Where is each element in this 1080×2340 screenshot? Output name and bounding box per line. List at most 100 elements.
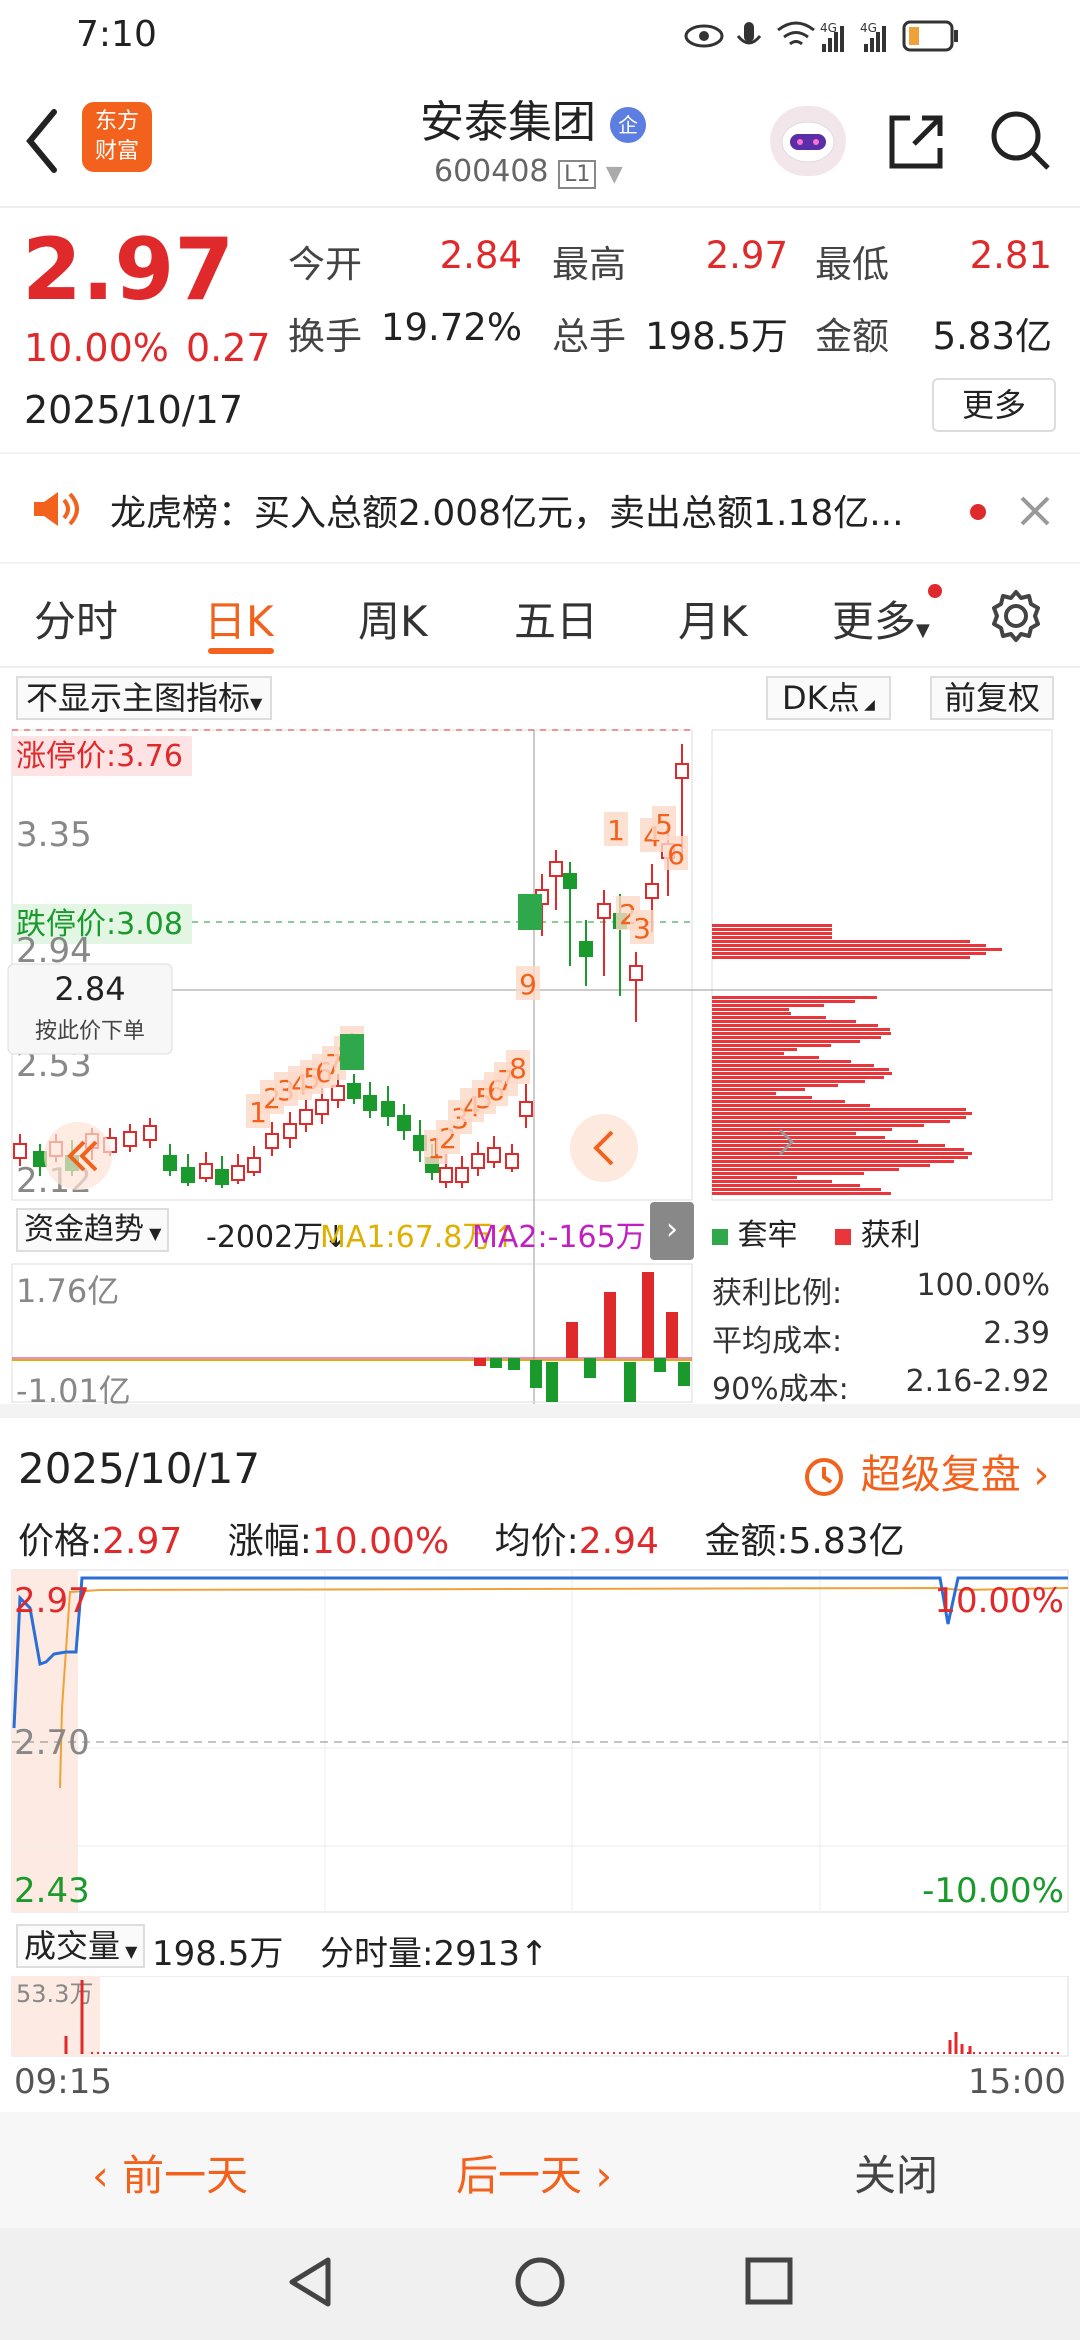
legend-trap: 套牢: [737, 1218, 798, 1253]
candle: [299, 1109, 313, 1125]
prev-day-button[interactable]: ‹ 前一天: [92, 2142, 248, 2203]
chip-bar: [712, 1096, 812, 1099]
gear-icon[interactable]: [988, 588, 1044, 644]
candle: [505, 1153, 519, 1169]
fund-ma2: MA2:-165万↓: [472, 1220, 671, 1255]
quote-value: 5.83亿: [932, 315, 1052, 358]
chip-bar: [712, 940, 970, 943]
td-number: 8: [509, 1052, 527, 1085]
fund-bar: [654, 1358, 666, 1372]
quote-label: 最高: [552, 243, 626, 286]
fund-bar: [566, 1322, 578, 1358]
td-number: 1: [607, 814, 625, 847]
super-replay-link[interactable]: 超级复盘 ›: [800, 1442, 1049, 1500]
next-day-button[interactable]: 后一天 ›: [456, 2142, 612, 2203]
replay-pct: 10.00%: [311, 1521, 450, 1562]
chip-bar: [712, 1184, 860, 1187]
code-dropdown-icon[interactable]: ▼: [606, 162, 623, 187]
close-icon[interactable]: [1018, 494, 1052, 528]
history-icon: [805, 1458, 843, 1496]
chip-info-label: 平均成本:: [712, 1324, 843, 1359]
fund-chart: 1.76亿 -1.01亿: [11, 1263, 693, 1404]
fund-bar: [624, 1362, 636, 1402]
chip-bar: [712, 1092, 776, 1095]
chip-bar: [712, 1028, 890, 1031]
volume-frame: [11, 1976, 1069, 2057]
enterprise-badge: 企: [610, 107, 646, 143]
back-icon[interactable]: [22, 106, 62, 176]
chip-bar: [712, 1120, 950, 1123]
chip-bar: [712, 1176, 797, 1179]
fund-bar: [604, 1292, 616, 1358]
quote-date: 2025/10/17: [24, 388, 244, 432]
robot-avatar[interactable]: [770, 106, 846, 176]
candle: [13, 1143, 27, 1159]
tab-active-indicator: [208, 648, 274, 654]
tab-monthly-k[interactable]: 月K: [678, 588, 748, 649]
nav-back-icon[interactable]: [282, 2254, 338, 2310]
candle: [215, 1169, 229, 1185]
fund-bar: [678, 1362, 690, 1386]
chip-bar: [712, 1180, 832, 1183]
chip-bar: [712, 1128, 892, 1131]
fund-bar: [642, 1272, 654, 1358]
volume-select[interactable]: 成交量 ▼: [16, 1924, 146, 1968]
close-button[interactable]: 关闭: [854, 2142, 938, 2203]
last-price: 2.97: [22, 220, 235, 320]
chip-bar: [712, 936, 832, 939]
tab-weekly-k[interactable]: 周K: [358, 588, 428, 649]
chip-bar: [712, 1152, 972, 1155]
search-icon[interactable]: [988, 108, 1054, 174]
y-mid-label: 2.70: [14, 1723, 90, 1763]
nav-home-icon[interactable]: [512, 2254, 568, 2310]
stock-title: 安泰集团 企: [420, 86, 646, 150]
more-button[interactable]: 更多: [932, 378, 1056, 432]
tab-more[interactable]: 更多▼: [832, 588, 930, 649]
chip-bar: [712, 1020, 856, 1023]
speaker-icon: [34, 492, 79, 526]
chip-bar: [712, 1036, 881, 1039]
chip-bar: [712, 948, 1002, 951]
notice-bar[interactable]: 龙虎榜：买入总额2.008亿元，卖出总额1.18亿...: [0, 454, 1080, 562]
chip-bar: [712, 1060, 851, 1063]
legend-trap-swatch: [712, 1229, 728, 1245]
chip-bar: [712, 1056, 819, 1059]
fund-select[interactable]: 资金趋势 ▼: [16, 1208, 170, 1252]
chip-bar: [712, 1156, 968, 1159]
chip-bar: [712, 944, 986, 947]
candle: [629, 965, 643, 981]
level-badge: L1: [558, 160, 597, 189]
chip-bar: [712, 1044, 831, 1047]
tab-more-dot: [928, 584, 942, 598]
expand-arrow-button[interactable]: ›: [650, 1202, 694, 1260]
chip-bar: [712, 1068, 889, 1071]
candle: [123, 1131, 137, 1147]
replay-amount: 5.83亿: [788, 1521, 905, 1562]
chip-bar: [712, 932, 832, 935]
chip-bar: [712, 1192, 891, 1195]
tab-fenshi[interactable]: 分时: [34, 588, 118, 649]
chip-legend: 套牢 获利: [712, 1210, 921, 1254]
indicator-select[interactable]: 不显示主图指标▼: [16, 676, 273, 720]
candle: [265, 1133, 279, 1149]
system-nav-bar: [0, 2228, 1080, 2340]
candle: [675, 763, 689, 779]
share-icon[interactable]: [884, 110, 948, 174]
tab-daily-k[interactable]: 日K: [204, 588, 274, 649]
candle: [563, 873, 577, 889]
pct-bottom-label: -10.00%: [922, 1871, 1064, 1911]
legend-profit-swatch: [835, 1229, 852, 1245]
adjust-button[interactable]: 前复权: [930, 676, 1055, 720]
dk-point-button[interactable]: DK点 ◢: [766, 676, 891, 720]
fund-bar: [508, 1358, 520, 1370]
nav-recents-icon[interactable]: [744, 2256, 796, 2308]
chip-bar: [712, 1004, 824, 1007]
quote-label: 总手: [552, 315, 626, 358]
limit-up-label: 涨停价:3.76: [16, 739, 183, 774]
chip-bar: [712, 1080, 865, 1083]
chip-bar: [712, 1144, 945, 1147]
candle: [381, 1101, 395, 1117]
change-pct: 10.00%: [24, 326, 169, 370]
tab-five-day[interactable]: 五日: [514, 588, 598, 649]
chip-bar: [712, 1072, 892, 1075]
